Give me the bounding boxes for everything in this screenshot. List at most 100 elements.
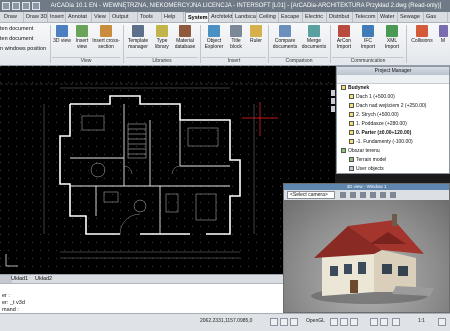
ruler-label: Ruler <box>250 38 262 44</box>
title-block-button[interactable]: Title block <box>226 25 246 57</box>
model-space-icon[interactable] <box>380 318 388 326</box>
ifc-import-label: IFC Import <box>360 38 376 50</box>
camera-select[interactable]: <Select camera> <box>287 191 335 199</box>
ortho-icon[interactable] <box>290 318 298 326</box>
insert-cross-section-button[interactable]: Insert cross-section <box>92 25 120 57</box>
tab-ceiling[interactable]: Ceiling <box>257 12 279 22</box>
tab-distribution[interactable]: Distribut <box>327 12 353 22</box>
terrain-model-icon <box>349 157 354 163</box>
tree-item-ground-floor[interactable]: 0. Parter (±0.00÷120.00) <box>349 130 411 136</box>
ifc-icon <box>362 25 374 37</box>
tree-item-building[interactable]: Budynek <box>341 85 369 91</box>
render-icon[interactable] <box>370 192 376 198</box>
grid-icon[interactable] <box>280 318 288 326</box>
tab-escape[interactable]: Escape <box>279 12 303 22</box>
tree-item-loft[interactable]: 1. Poddasze (+280.00) <box>349 121 407 127</box>
osnap-icon[interactable] <box>340 318 348 326</box>
new-file-icon[interactable] <box>12 2 20 10</box>
otrack-icon[interactable] <box>350 318 358 326</box>
tree-item-user-objects[interactable]: User objects <box>349 166 384 172</box>
tab-draw[interactable]: Draw <box>2 12 24 22</box>
ribbon-left-item[interactable]: n windows position <box>0 46 46 52</box>
command-history-line: er : <box>2 293 10 299</box>
view-3d-button[interactable]: 3D view <box>52 25 72 57</box>
tab-tools[interactable]: Tools <box>138 12 162 22</box>
tab-water[interactable]: Water <box>378 12 398 22</box>
material-database-button[interactable]: Material database <box>173 25 197 57</box>
side-tool-button[interactable] <box>331 98 335 104</box>
compare-documents-button[interactable]: Compare documents <box>270 25 300 57</box>
ifc-import-button[interactable]: IFC Import <box>357 25 379 57</box>
open-file-icon[interactable] <box>22 2 30 10</box>
collisions-button[interactable]: Collisions <box>408 25 436 57</box>
tab-telecom[interactable]: Telecom <box>353 12 378 22</box>
tree-item-terrain-area[interactable]: Obszar terenu <box>341 148 380 154</box>
ribbon-left-item[interactable]: ten document <box>0 36 33 42</box>
tab-output[interactable]: Output <box>110 12 138 22</box>
arcon-import-button[interactable]: ArCon Import <box>332 25 356 57</box>
view-3d-scene[interactable] <box>284 200 449 312</box>
tab-electric[interactable]: Electric <box>303 12 327 22</box>
tab-annotate[interactable]: Annotat <box>66 12 92 22</box>
tab-insert[interactable]: Insert <box>48 12 66 22</box>
side-tool-button[interactable] <box>331 90 335 96</box>
tab-help[interactable]: Help <box>162 12 184 22</box>
merge-documents-label: Merge documents <box>301 38 327 50</box>
view-3d-window: 3D view - Window 1 <Select camera> <box>283 183 450 313</box>
tree-item-foundations[interactable]: -1. Fundamenty (-100.00) <box>349 139 413 145</box>
tab-landscape[interactable]: Landsca <box>233 12 257 22</box>
roof-icon <box>349 94 354 100</box>
side-tool-button[interactable] <box>331 106 335 112</box>
tab-view[interactable]: View <box>92 12 110 22</box>
annotation-scale[interactable]: 1:1 <box>418 318 425 324</box>
polar-icon[interactable] <box>330 318 338 326</box>
command-history-line: er: _t v3d <box>2 300 25 306</box>
tab-draw-3d[interactable]: Draw 3D <box>24 12 48 22</box>
pan-icon[interactable] <box>350 192 356 198</box>
object-explorer-button[interactable]: Object Explorer <box>202 25 226 57</box>
compare-documents-label: Compare documents <box>272 38 298 50</box>
group-comparison-label: Comparison <box>270 57 328 65</box>
group-insert-label: Insert <box>202 57 266 65</box>
house-render <box>311 214 434 304</box>
insert-view-label: Insert view <box>75 38 89 50</box>
tab-gas[interactable]: Gas <box>424 12 448 22</box>
compare-icon <box>279 25 291 37</box>
template-manager-button[interactable]: Template manager <box>126 25 150 57</box>
snap-icon[interactable] <box>270 318 278 326</box>
command-window: er : er: _t v3d mand : <box>0 283 283 314</box>
ribbon-left-item[interactable]: ten document <box>0 26 33 32</box>
project-manager-panel: Project Manager Budynek Dach 1 (+500.00)… <box>336 66 450 174</box>
save-icon[interactable] <box>32 2 40 10</box>
orbit-icon[interactable] <box>340 192 346 198</box>
xml-import-button[interactable]: XML Import <box>380 25 404 57</box>
camera-icon[interactable] <box>390 192 396 198</box>
lineweight-icon[interactable] <box>370 318 378 326</box>
viewport-icon[interactable] <box>392 318 400 326</box>
tree-item-roof-1[interactable]: Dach 1 (+500.00) <box>349 94 395 100</box>
cube-icon <box>56 25 68 37</box>
project-manager-title: Project Manager <box>337 67 449 75</box>
settings-icon[interactable] <box>438 318 446 326</box>
tree-item-terrain-model[interactable]: Terrain model <box>349 157 386 163</box>
tab-sewage[interactable]: Sewage <box>398 12 424 22</box>
ruler-button[interactable]: Ruler <box>246 25 266 57</box>
opengl-indicator[interactable]: OpenGL <box>306 318 325 324</box>
tree-item-attic[interactable]: 2. Strych (+500.00) <box>349 112 399 118</box>
tab-architecture[interactable]: Architekt <box>209 12 233 22</box>
object-explorer-label: Object Explorer <box>204 38 224 50</box>
project-manager-toolbar <box>337 75 449 84</box>
tree-item-roof-2[interactable]: Dach nad wejściem 2 (+250.00) <box>349 103 426 109</box>
type-library-button[interactable]: Type library <box>151 25 173 57</box>
light-icon[interactable] <box>380 192 386 198</box>
merge-documents-button[interactable]: Merge documents <box>300 25 328 57</box>
storey-icon <box>349 130 354 136</box>
xml-import-label: XML Import <box>384 38 400 50</box>
tab-system[interactable]: System <box>185 12 209 22</box>
insert-view-button[interactable]: Insert view <box>72 25 92 57</box>
more-button[interactable]: M <box>437 25 449 57</box>
storey-icon <box>349 139 354 145</box>
app-logo-icon[interactable] <box>2 2 10 10</box>
title-block-label: Title block <box>230 38 242 50</box>
zoom-icon[interactable] <box>360 192 366 198</box>
